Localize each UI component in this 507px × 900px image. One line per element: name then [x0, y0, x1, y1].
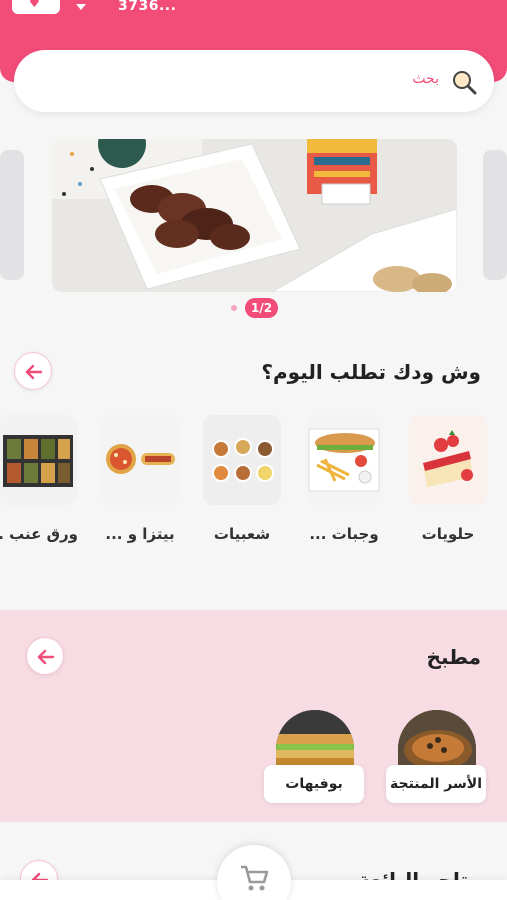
arrow-left-icon [37, 649, 55, 665]
category-item-sweets[interactable]: حلويات [408, 415, 488, 543]
kitchen-card-buffets[interactable]: بوفيهات [264, 710, 364, 803]
traditional-dishes-image [203, 415, 281, 505]
grape-leaves-image [0, 415, 77, 505]
promo-banner[interactable] [52, 139, 457, 292]
search-bar[interactable]: بحث [14, 50, 494, 112]
banner-next-peek[interactable] [483, 150, 507, 280]
pager-dot [231, 305, 237, 311]
cart-icon [241, 865, 269, 891]
banner-prev-peek[interactable] [0, 150, 24, 280]
category-label: بيتزا و ... [105, 525, 175, 543]
card-label: بوفيهات [264, 765, 364, 803]
arrow-left-icon [25, 364, 43, 380]
section-title-kitchen: مطبخ [426, 645, 481, 669]
search-placeholder: بحث [412, 71, 439, 87]
location-text[interactable]: 3736... [118, 0, 176, 14]
chevron-down-icon[interactable] [76, 4, 86, 10]
heart-icon: ♥ [29, 0, 40, 10]
location-badge[interactable]: ♥ [12, 0, 60, 14]
category-label: ورق عنب ... [0, 525, 78, 543]
section-title-today: وش ودك تطلب اليوم؟ [261, 360, 481, 384]
banner-pager: 1/2 [245, 298, 279, 318]
category-label: وجبات ... [309, 525, 379, 543]
food-image [398, 710, 476, 770]
pizza-image [101, 415, 179, 505]
category-item-traditional[interactable]: شعبيات [202, 415, 282, 543]
category-item-pizza[interactable]: بيتزا و ... [100, 415, 180, 543]
see-all-categories-button[interactable] [14, 352, 52, 390]
category-item-grape-leaves[interactable]: ورق عنب ... [0, 415, 78, 543]
search-icon [453, 71, 477, 95]
category-label: حلويات [421, 525, 475, 543]
cart-button[interactable] [217, 845, 291, 900]
category-label: شعبيات [213, 525, 271, 543]
card-label: الأسر المنتجة [386, 765, 486, 803]
see-all-kitchen-button[interactable] [26, 637, 64, 675]
cheesecake-image [409, 415, 487, 505]
kitchen-card-productive-families[interactable]: الأسر المنتجة [386, 710, 486, 803]
banner-image [52, 139, 457, 292]
sandwich-image [305, 415, 383, 505]
category-item-meals[interactable]: وجبات ... [304, 415, 384, 543]
food-image [276, 710, 354, 770]
